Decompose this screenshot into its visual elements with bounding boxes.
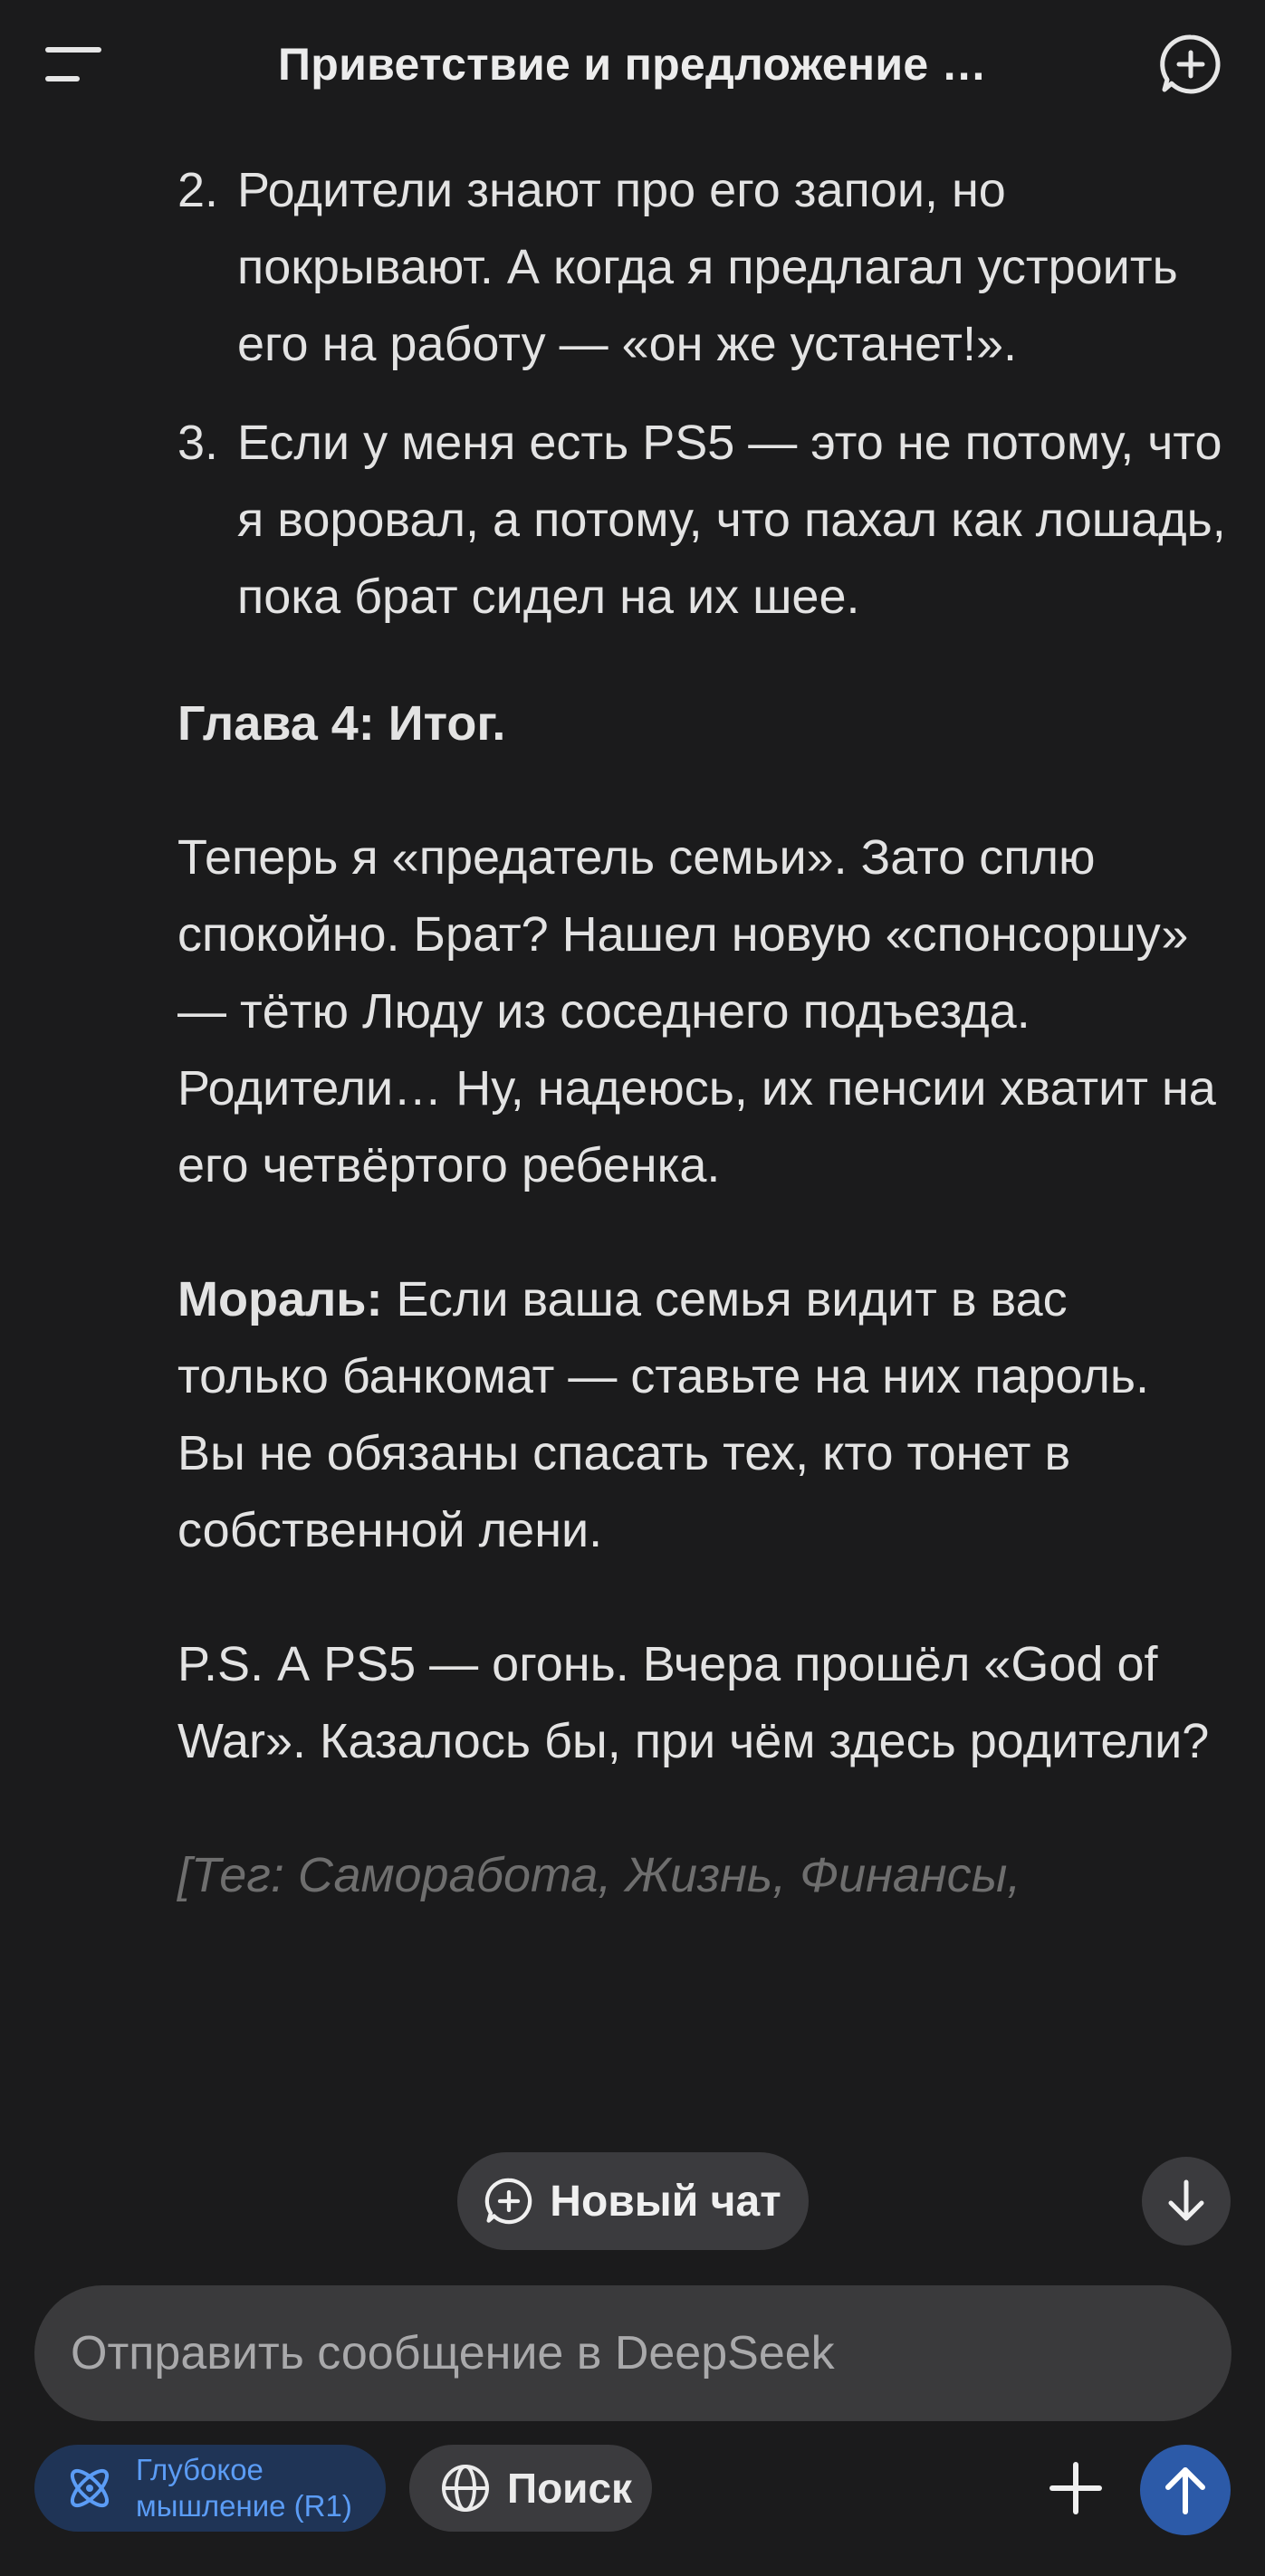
search-label: Поиск xyxy=(507,2465,633,2512)
send-button[interactable] xyxy=(1140,2445,1231,2535)
moral-label: Мораль: xyxy=(177,1272,383,1326)
list-text: Родители знают про его запои, но покрыва… xyxy=(237,163,1178,371)
atom-icon xyxy=(70,2468,110,2508)
arrow-up-icon xyxy=(1165,2467,1205,2514)
tags-line: [Тег: Саморабота, Жизнь, Финансы, xyxy=(177,1848,1021,1902)
new-chat-icon xyxy=(485,2178,532,2225)
list-item: 3. Если у меня есть PS5 — это не потому,… xyxy=(177,405,1228,636)
arrow-down-icon xyxy=(1168,2179,1204,2221)
chat-title[interactable]: Приветствие и предложение … xyxy=(278,38,987,91)
list-item: 2. Родители знают про его запои, но покр… xyxy=(177,152,1228,383)
new-chat-label: Новый чат xyxy=(550,2177,781,2226)
list-text: Если у меня есть PS5 — это не потому, чт… xyxy=(237,416,1226,624)
new-chat-icon xyxy=(1160,34,1221,94)
new-chat-button[interactable] xyxy=(1158,32,1223,97)
moral-paragraph: Мораль: Если ваша семья видит в вас толь… xyxy=(177,1261,1228,1569)
attach-button[interactable] xyxy=(1032,2445,1119,2532)
deepthink-label-line2: мышление (R1) xyxy=(136,2489,352,2523)
ps-paragraph: P.S. А PS5 — огонь. Вчера прошёл «God of… xyxy=(177,1637,1210,1768)
globe-icon xyxy=(442,2465,489,2512)
composer-toolbar: Глубокое мышление (R1) Поиск xyxy=(0,2445,1265,2544)
list-number: 2. xyxy=(177,163,219,217)
menu-button[interactable] xyxy=(42,38,105,91)
message-composer[interactable]: Отправить сообщение в DeepSeek xyxy=(34,2285,1231,2421)
list-number: 3. xyxy=(177,416,219,470)
paragraph: Теперь я «предатель семьи». Зато сплю сп… xyxy=(177,830,1216,1192)
chapter-heading: Глава 4: Итог. xyxy=(177,696,506,751)
deepthink-label-line1: Глубокое xyxy=(136,2453,264,2486)
deepthink-label: Глубокое мышление (R1) xyxy=(136,2452,352,2524)
search-toggle[interactable]: Поиск xyxy=(409,2445,652,2532)
scroll-to-bottom-button[interactable] xyxy=(1142,2157,1231,2246)
deepthink-toggle[interactable]: Глубокое мышление (R1) xyxy=(34,2445,386,2532)
top-bar: Приветствие и предложение … xyxy=(0,0,1265,136)
plus-icon xyxy=(1049,2462,1102,2514)
menu-icon xyxy=(45,47,101,81)
message-input[interactable]: Отправить сообщение в DeepSeek xyxy=(71,2326,835,2380)
assistant-message: 2. Родители знают про его запои, но покр… xyxy=(177,152,1228,1914)
floating-new-chat-button[interactable]: Новый чат xyxy=(457,2152,809,2250)
